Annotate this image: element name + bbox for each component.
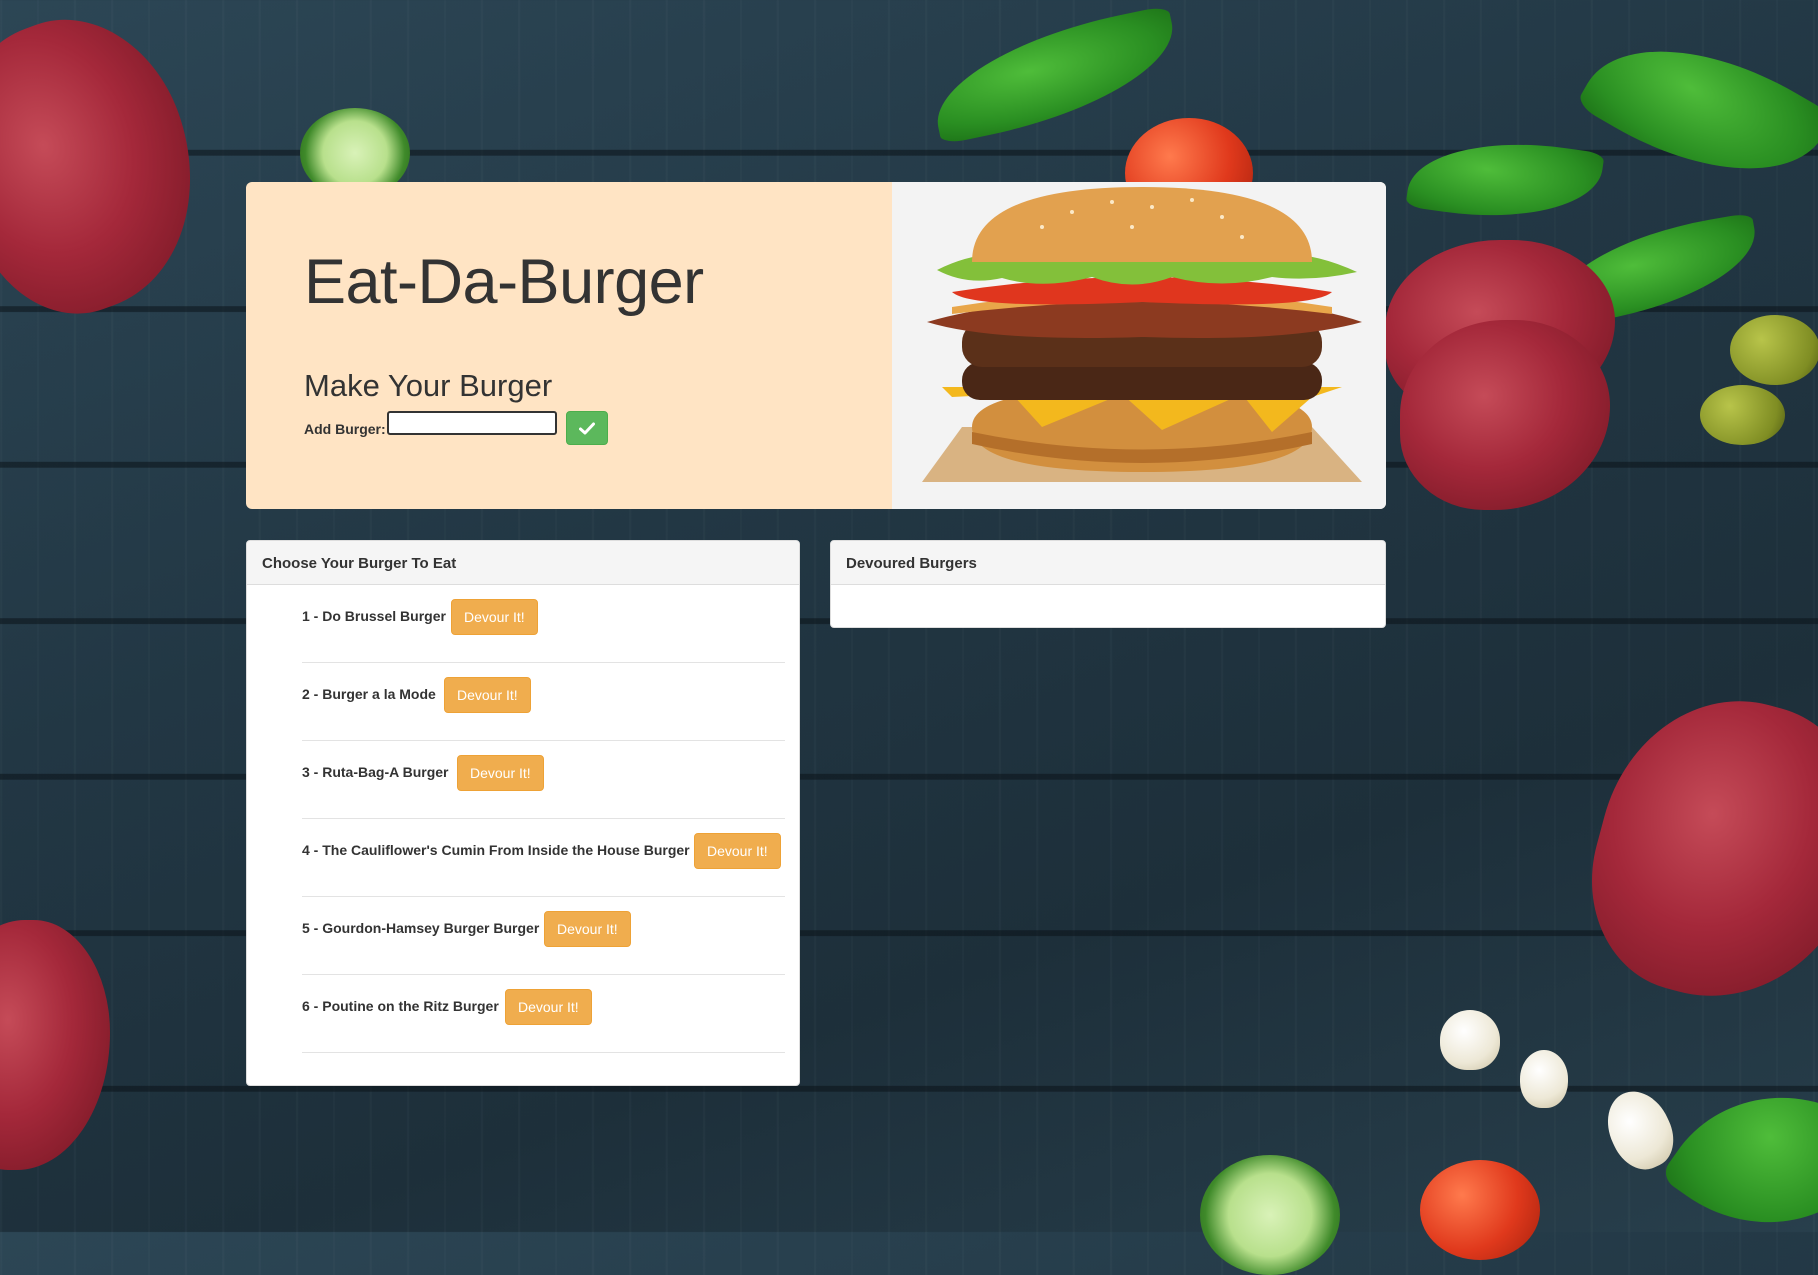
devoured-burger-list <box>831 585 1385 627</box>
meat-slice-decoration <box>1565 671 1818 1029</box>
burger-name: 1 - Do Brussel Burger <box>302 608 446 624</box>
devoured-burgers-heading: Devoured Burgers <box>831 541 1385 585</box>
burger-name-input[interactable] <box>387 411 557 435</box>
olive-decoration <box>1730 315 1818 385</box>
spinach-leaf-decoration <box>1405 127 1605 233</box>
burger-illustration <box>922 187 1362 482</box>
header-jumbotron: Eat-Da-Burger Make Your Burger Add Burge… <box>246 182 1386 509</box>
list-item: 5 - Gourdon-Hamsey Burger Burger Devour … <box>302 897 785 975</box>
spinach-leaf-decoration <box>1659 1045 1818 1275</box>
devoured-burgers-panel: Devoured Burgers <box>830 540 1386 628</box>
meat-slice-decoration <box>0 0 233 341</box>
garlic-decoration <box>1440 1010 1500 1070</box>
spinach-leaf-decoration <box>923 4 1187 146</box>
spinach-leaf-decoration <box>1544 212 1766 328</box>
list-item: 6 - Poutine on the Ritz Burger Devour It… <box>302 975 785 1053</box>
burger-name: 2 - Burger a la Mode <box>302 686 436 702</box>
garlic-decoration <box>1520 1050 1568 1108</box>
list-item: 3 - Ruta-Bag-A Burger Devour It! <box>302 741 785 819</box>
list-item: 1 - Do Brussel Burger Devour It! <box>302 585 785 663</box>
check-icon <box>579 422 595 434</box>
add-burger-submit-button[interactable] <box>566 411 608 445</box>
devour-button[interactable]: Devour It! <box>457 755 544 791</box>
burger-name: 5 - Gourdon-Hamsey Burger Burger <box>302 920 540 936</box>
olive-decoration <box>1700 385 1785 445</box>
burgers-to-eat-panel: Choose Your Burger To Eat 1 - Do Brussel… <box>246 540 800 1086</box>
meat-slice-decoration <box>0 920 110 1170</box>
cucumber-decoration <box>1200 1155 1340 1275</box>
meat-slice-decoration <box>1385 240 1615 420</box>
burgers-to-eat-heading: Choose Your Burger To Eat <box>247 541 799 585</box>
devour-button[interactable]: Devour It! <box>444 677 531 713</box>
meat-slice-decoration <box>1400 320 1610 510</box>
page-title: Eat-Da-Burger <box>304 247 704 317</box>
garlic-decoration <box>1595 1081 1685 1179</box>
add-burger-label: Add Burger: <box>304 421 386 437</box>
tomato-decoration <box>1420 1160 1540 1260</box>
devour-button[interactable]: Devour It! <box>694 833 781 869</box>
spinach-leaf-decoration <box>1575 0 1818 220</box>
make-burger-heading: Make Your Burger <box>304 368 553 403</box>
burger-name: 6 - Poutine on the Ritz Burger <box>302 998 499 1014</box>
burger-name: 4 - The Cauliflower's Cumin From Inside … <box>302 842 690 858</box>
list-item: 2 - Burger a la Mode Devour It! <box>302 663 785 741</box>
devour-button[interactable]: Devour It! <box>451 599 538 635</box>
devour-button[interactable]: Devour It! <box>544 911 631 947</box>
list-item: 4 - The Cauliflower's Cumin From Inside … <box>302 819 785 897</box>
burger-image <box>892 182 1386 509</box>
burger-name: 3 - Ruta-Bag-A Burger <box>302 764 449 780</box>
devour-button[interactable]: Devour It! <box>505 989 592 1025</box>
